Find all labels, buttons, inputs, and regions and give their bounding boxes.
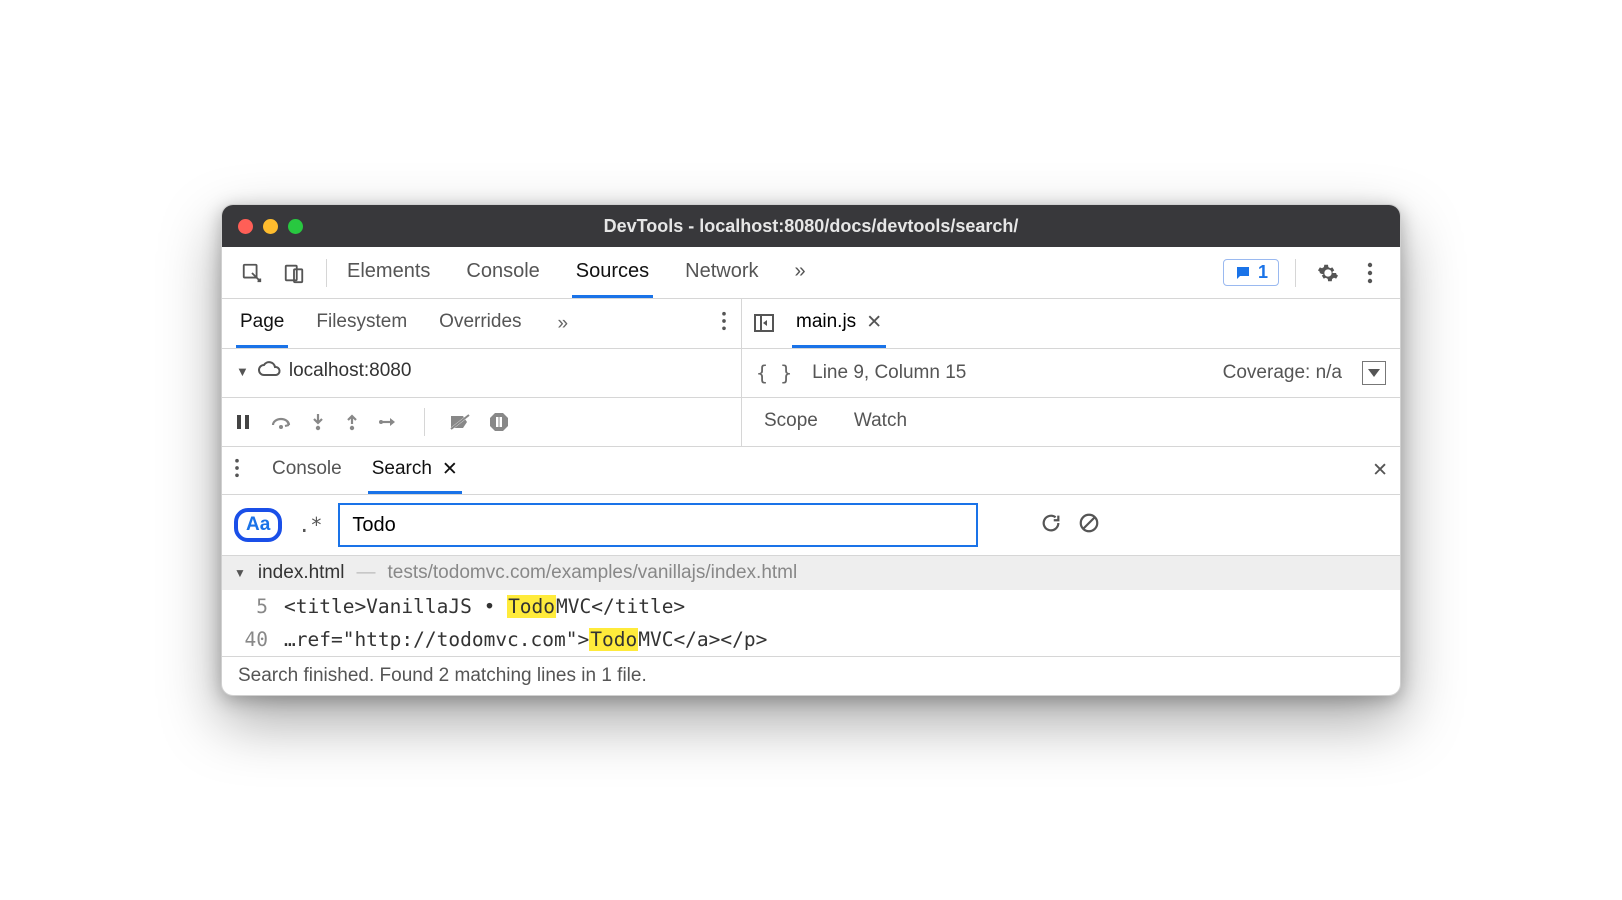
line-number: 5 — [234, 595, 268, 618]
editor-tabs: main.js ✕ — [742, 299, 1400, 349]
minimize-window-button[interactable] — [263, 219, 278, 234]
refresh-icon[interactable] — [1040, 512, 1062, 539]
drawer-tabs: Console Search ✕ ✕ — [222, 447, 1400, 495]
result-line[interactable]: 40 …ref="http://todomvc.com">TodoMVC</a>… — [222, 623, 1400, 656]
result-file-name: index.html — [258, 562, 345, 584]
feedback-count: 1 — [1258, 262, 1268, 283]
line-content: <title>VanillaJS • TodoMVC</title> — [284, 595, 685, 618]
step-icon[interactable] — [378, 414, 400, 430]
scope-tab[interactable]: Scope — [760, 410, 822, 435]
nav-kebab-icon[interactable] — [721, 311, 727, 337]
close-window-button[interactable] — [238, 219, 253, 234]
window-title: DevTools - localhost:8080/docs/devtools/… — [222, 216, 1400, 237]
match-highlight: Todo — [589, 628, 638, 651]
titlebar: DevTools - localhost:8080/docs/devtools/… — [222, 205, 1400, 247]
debugger-sidebar-tabs: Scope Watch — [742, 398, 1400, 446]
line-content: …ref="http://todomvc.com">TodoMVC</a></p… — [284, 628, 767, 651]
search-bar: Aa .* — [222, 495, 1400, 555]
drawer-tab-search-label: Search — [372, 458, 432, 480]
file-tab-label: main.js — [796, 311, 856, 333]
tab-sources[interactable]: Sources — [572, 247, 653, 298]
pretty-print-icon[interactable]: { } — [756, 361, 792, 385]
tabs-overflow-icon[interactable]: » — [791, 247, 810, 298]
tab-elements[interactable]: Elements — [343, 247, 434, 298]
sources-row: Page Filesystem Overrides » ▼ localhost:… — [222, 299, 1400, 398]
editor-pane: main.js ✕ { } Line 9, Column 15 Coverage… — [742, 299, 1400, 397]
maximize-window-button[interactable] — [288, 219, 303, 234]
cloud-icon — [257, 359, 281, 383]
search-results: ▼ index.html — tests/todomvc.com/example… — [222, 555, 1400, 656]
result-file-header[interactable]: ▼ index.html — tests/todomvc.com/example… — [222, 556, 1400, 590]
tree-root-label: localhost:8080 — [289, 360, 412, 382]
nav-tab-filesystem[interactable]: Filesystem — [312, 299, 411, 348]
nav-tab-page[interactable]: Page — [236, 299, 288, 348]
drawer-kebab-icon[interactable] — [234, 458, 240, 484]
nav-tabs-overflow-icon[interactable]: » — [558, 313, 569, 335]
editor-status-bar: { } Line 9, Column 15 Coverage: n/a — [742, 349, 1400, 397]
nav-tab-overrides[interactable]: Overrides — [435, 299, 525, 348]
navigator-tabs: Page Filesystem Overrides » — [222, 299, 741, 349]
close-drawer-tab-icon[interactable]: ✕ — [442, 458, 458, 481]
cursor-position: Line 9, Column 15 — [812, 362, 966, 384]
separator: — — [357, 562, 376, 584]
result-line[interactable]: 5 <title>VanillaJS • TodoMVC</title> — [222, 590, 1400, 623]
step-into-icon[interactable] — [310, 412, 326, 432]
device-toggle-icon[interactable] — [278, 257, 310, 289]
feedback-button[interactable]: 1 — [1223, 259, 1279, 286]
result-file-path: tests/todomvc.com/examples/vanillajs/ind… — [388, 562, 798, 584]
tab-console[interactable]: Console — [462, 247, 543, 298]
inspect-icon[interactable] — [236, 257, 268, 289]
toggle-navigator-icon[interactable] — [752, 311, 778, 337]
disclosure-triangle-icon[interactable]: ▼ — [234, 566, 246, 580]
line-number: 40 — [234, 628, 268, 651]
step-over-icon[interactable] — [270, 413, 292, 431]
regex-button[interactable]: .* — [298, 513, 322, 537]
watch-tab[interactable]: Watch — [850, 410, 911, 435]
search-input[interactable] — [338, 503, 978, 547]
clear-icon[interactable] — [1078, 512, 1100, 539]
panel-tabs: Elements Console Sources Network » — [343, 247, 810, 298]
debugger-controls — [222, 398, 742, 446]
main-toolbar: Elements Console Sources Network » 1 — [222, 247, 1400, 299]
deactivate-breakpoints-icon[interactable] — [449, 413, 471, 431]
settings-icon[interactable] — [1312, 257, 1344, 289]
close-tab-icon[interactable]: ✕ — [866, 311, 882, 334]
navigator-pane: Page Filesystem Overrides » ▼ localhost:… — [222, 299, 742, 397]
divider — [326, 259, 327, 287]
search-status: Search finished. Found 2 matching lines … — [222, 656, 1400, 695]
tab-network[interactable]: Network — [681, 247, 762, 298]
disclosure-triangle-icon[interactable]: ▼ — [236, 364, 249, 379]
match-highlight: Todo — [507, 595, 556, 618]
close-drawer-icon[interactable]: ✕ — [1372, 459, 1388, 482]
divider — [1295, 259, 1296, 287]
debugger-row: Scope Watch — [222, 398, 1400, 447]
file-tab-main-js[interactable]: main.js ✕ — [792, 299, 886, 348]
file-tree-root[interactable]: ▼ localhost:8080 — [222, 349, 741, 393]
pause-icon[interactable] — [234, 413, 252, 431]
devtools-window: DevTools - localhost:8080/docs/devtools/… — [221, 204, 1401, 696]
coverage-label: Coverage: n/a — [1223, 362, 1342, 384]
editor-dropdown-icon[interactable] — [1362, 361, 1386, 385]
match-case-button[interactable]: Aa — [234, 508, 282, 542]
drawer-tab-search[interactable]: Search ✕ — [368, 447, 462, 494]
step-out-icon[interactable] — [344, 412, 360, 432]
pause-exceptions-icon[interactable] — [489, 412, 509, 432]
kebab-menu-icon[interactable] — [1354, 257, 1386, 289]
drawer-tab-console[interactable]: Console — [268, 447, 346, 494]
divider — [424, 408, 425, 436]
window-controls — [238, 219, 303, 234]
